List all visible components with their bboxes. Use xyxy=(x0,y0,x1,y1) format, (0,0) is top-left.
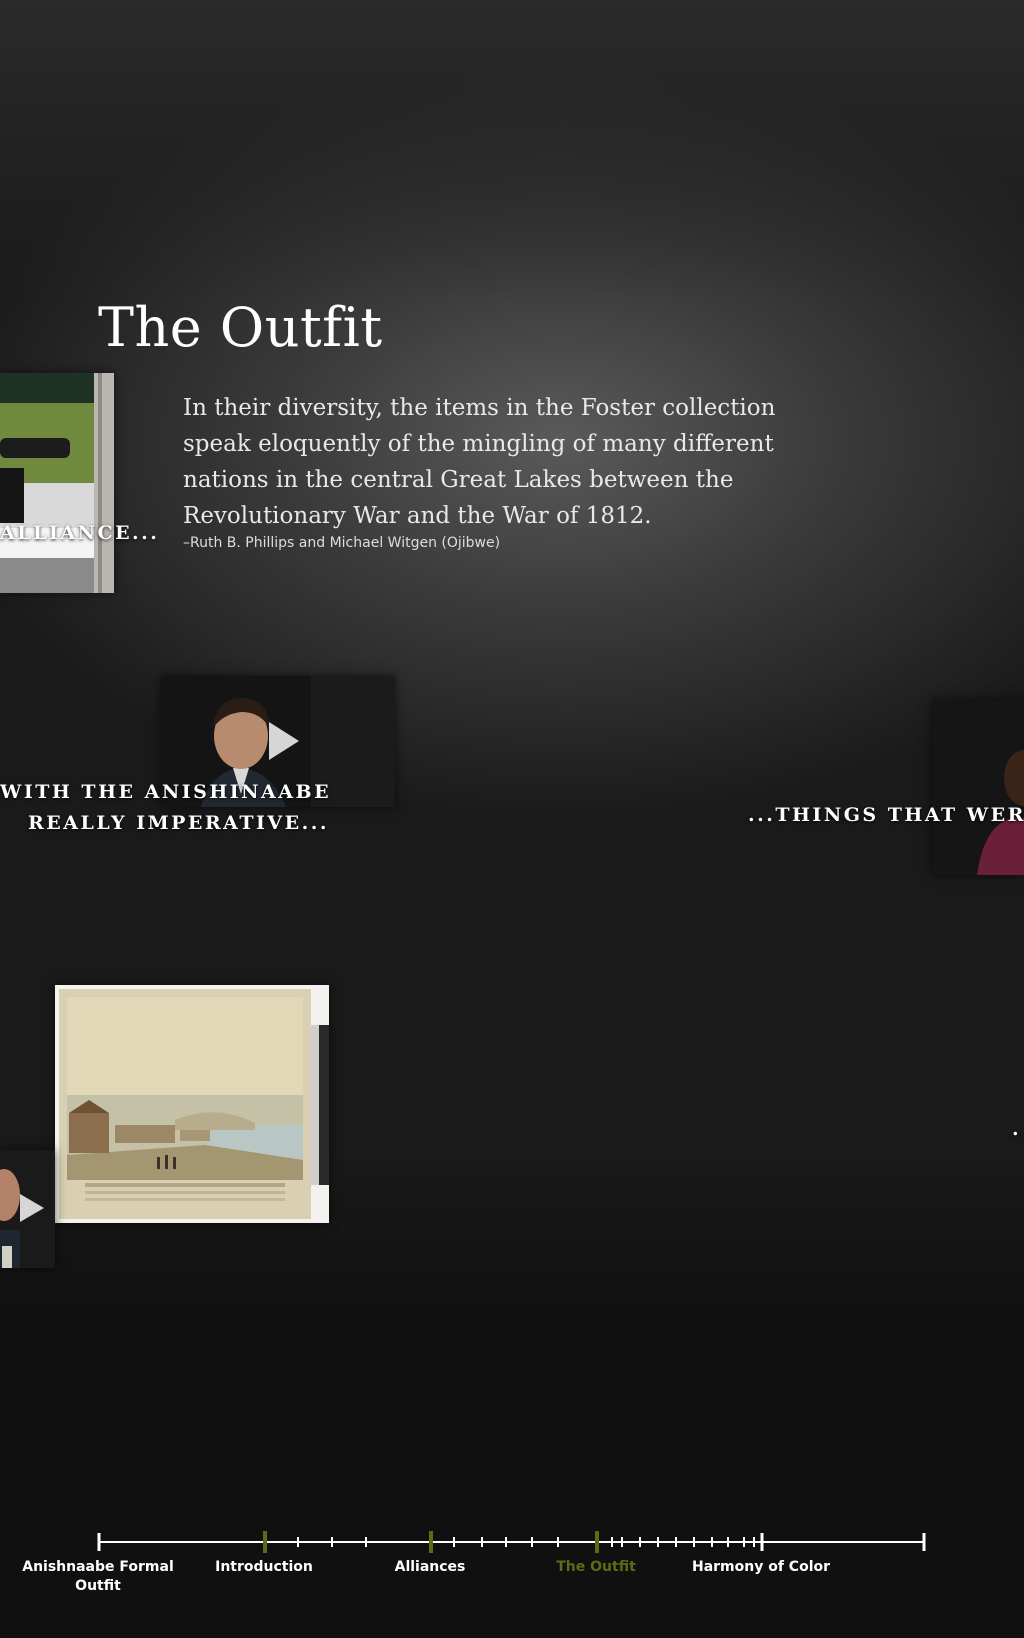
timeline-label-harmony-of-color[interactable]: Harmony of Color xyxy=(692,1558,830,1577)
timeline-track xyxy=(97,1531,926,1553)
fort-cannon-image xyxy=(0,373,114,593)
timeline-label-line: Outfit xyxy=(75,1578,121,1594)
timeline-label-the-outfit[interactable]: The Outfit xyxy=(556,1558,636,1577)
timeline-label-alliances[interactable]: Alliances xyxy=(395,1558,466,1577)
background-top xyxy=(0,0,1024,300)
section-quote: In their diversity, the items in the Fos… xyxy=(183,395,776,529)
timeline-navigation[interactable]: Anishnaabe Formal Outfit Introduction Al… xyxy=(0,1520,1024,1638)
timeline-label-anishnaabe-formal-outfit[interactable]: Anishnaabe Formal Outfit xyxy=(22,1558,174,1596)
woman-portrait-image xyxy=(932,700,1024,875)
play-icon[interactable] xyxy=(269,722,299,760)
section-title: The Outfit xyxy=(98,296,383,359)
fort-caption: ALLIANCE... xyxy=(0,522,160,544)
video-man-caption-line2: REALLY IMPERATIVE... xyxy=(28,812,329,834)
timeline-label-introduction[interactable]: Introduction xyxy=(215,1558,313,1577)
fort-cannon-thumbnail[interactable] xyxy=(0,373,114,593)
video-thumbnail-man-2[interactable] xyxy=(0,1150,55,1268)
settlement-painting-thumbnail[interactable] xyxy=(55,985,329,1223)
settlement-painting-image xyxy=(55,985,329,1223)
video-thumbnail-woman[interactable] xyxy=(932,700,1024,875)
stray-caption: . xyxy=(1012,1118,1022,1140)
video-woman-caption: ...THINGS THAT WERE T xyxy=(748,804,1024,826)
video-man-caption-line1: WITH THE ANISHINAABE xyxy=(0,781,332,803)
play-icon[interactable] xyxy=(20,1194,44,1222)
timeline-label-line: Anishnaabe Formal xyxy=(22,1559,174,1575)
quote-attribution: –Ruth B. Phillips and Michael Witgen (Oj… xyxy=(183,535,501,551)
